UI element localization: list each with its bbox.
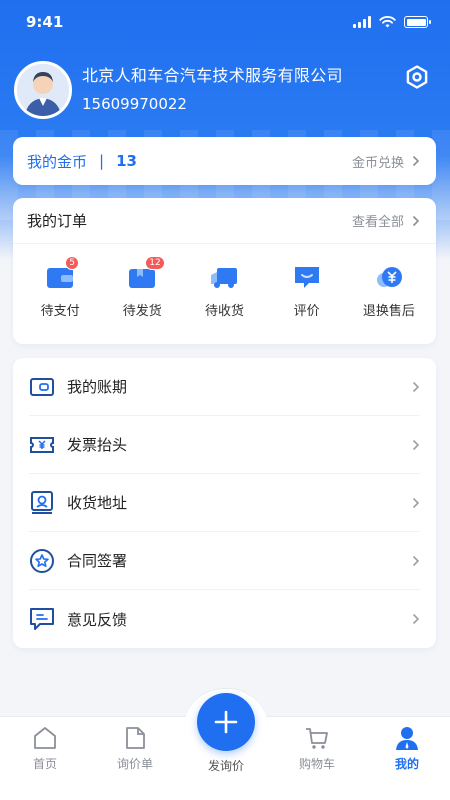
cart-icon <box>306 728 328 749</box>
menu-label: 发票抬头 <box>67 436 128 454</box>
order-status-label: 评价 <box>293 304 320 319</box>
chevron-right-icon <box>412 497 420 508</box>
menu-label: 我的账期 <box>67 378 128 396</box>
new-inquiry-button[interactable] <box>197 693 255 751</box>
menu-item-contract-signing[interactable]: 合同签署 <box>29 532 420 590</box>
document-icon <box>126 727 145 749</box>
home-icon <box>34 727 56 749</box>
coins-separator: | <box>99 152 105 170</box>
menu-item-feedback[interactable]: 意见反馈 <box>29 590 420 648</box>
order-status-label: 退换售后 <box>362 304 415 319</box>
wallet-card-icon <box>30 377 54 396</box>
user-avatar-icon <box>17 64 69 116</box>
invoice-icon <box>30 436 54 453</box>
phone-number: 15609970022 <box>82 95 187 113</box>
menu-label: 合同签署 <box>67 552 128 570</box>
order-icon-wrap <box>292 264 322 290</box>
coins-summary: 我的金币 | 13 <box>27 151 137 172</box>
tab-cart[interactable]: 购物车 <box>282 725 352 772</box>
chevron-right-icon <box>412 613 420 625</box>
tab-inquiries[interactable]: 询价单 <box>100 725 170 772</box>
settings-icon[interactable] <box>404 64 430 90</box>
new-inquiry-label: 发询价 <box>207 759 244 773</box>
chevron-right-icon <box>412 555 420 566</box>
chevron-right-icon <box>412 439 420 450</box>
battery-icon <box>404 16 431 28</box>
coins-exchange-label: 金币兑换 <box>351 155 404 171</box>
order-icon-wrap <box>374 264 404 290</box>
status-time: 9:41 <box>26 13 64 31</box>
order-status-review[interactable]: 评价 <box>269 264 345 319</box>
menu-label: 意见反馈 <box>67 610 128 629</box>
order-status-after-sales[interactable]: 退换售后 <box>351 264 427 319</box>
order-status-list: 5 待支付 12 待发货 待收货 评价 退换售后 <box>13 244 436 319</box>
star-badge-icon <box>30 548 54 573</box>
menu-item-billing-period[interactable]: 我的账期 <box>29 358 420 416</box>
menu-item-shipping-address[interactable]: 收货地址 <box>29 474 420 532</box>
feedback-icon <box>30 608 54 630</box>
pending-payment-badge: 5 <box>65 256 80 270</box>
company-name: 北京人和车合汽车技术服务有限公司 <box>82 66 343 85</box>
avatar[interactable] <box>14 61 72 119</box>
orders-view-all-link[interactable]: 查看全部 <box>352 211 420 230</box>
tab-label: 首页 <box>32 757 57 771</box>
coins-card[interactable]: 我的金币 | 13 金币兑换 <box>13 137 436 185</box>
wifi-icon <box>379 16 396 28</box>
order-status-pending-receipt[interactable]: 待收货 <box>186 264 262 319</box>
address-icon <box>31 490 53 514</box>
plus-icon <box>214 710 238 734</box>
tab-label: 购物车 <box>298 757 335 771</box>
cellular-signal-icon <box>353 16 371 28</box>
settings-menu: 我的账期 发票抬头 收货地址 合同签署 意见反馈 <box>13 358 436 648</box>
orders-header: 我的订单 查看全部 <box>13 198 436 244</box>
tab-me[interactable]: 我的 <box>372 725 442 772</box>
orders-title: 我的订单 <box>27 212 88 230</box>
orders-card: 我的订单 查看全部 5 待支付 12 待发货 待收货 评价 退换售后 <box>13 198 436 344</box>
order-icon-wrap: 12 <box>127 256 165 290</box>
user-profile: 北京人和车合汽车技术服务有限公司 15609970022 <box>14 60 436 120</box>
chevron-right-icon <box>412 215 420 226</box>
user-icon <box>396 727 418 750</box>
tab-label: 询价单 <box>116 757 153 771</box>
tab-home[interactable]: 首页 <box>10 725 80 772</box>
order-status-label: 待发货 <box>122 304 162 319</box>
order-status-pending-payment[interactable]: 5 待支付 <box>22 256 98 319</box>
order-icon-wrap <box>209 264 239 290</box>
menu-label: 收货地址 <box>67 494 128 512</box>
status-bar: 9:41 <box>0 0 450 44</box>
profile-info: 北京人和车合汽车技术服务有限公司 15609970022 <box>82 64 343 116</box>
coins-count: 13 <box>116 152 137 170</box>
coins-exchange-link[interactable]: 金币兑换 <box>352 152 420 171</box>
orders-view-all-label: 查看全部 <box>351 215 404 230</box>
refund-icon <box>376 267 402 287</box>
chevron-right-icon <box>412 155 420 167</box>
pending-shipment-badge: 12 <box>145 256 165 270</box>
order-status-label: 待支付 <box>40 304 80 319</box>
comment-icon <box>294 267 319 288</box>
order-status-label: 待收货 <box>204 304 244 319</box>
chevron-right-icon <box>412 381 420 392</box>
menu-item-invoice-title[interactable]: 发票抬头 <box>29 416 420 474</box>
tab-label: 我的 <box>394 757 419 771</box>
coins-label: 我的金币 <box>27 152 88 171</box>
truck-icon <box>211 268 238 288</box>
order-icon-wrap: 5 <box>45 256 80 290</box>
status-icons <box>353 16 431 28</box>
order-status-pending-shipment[interactable]: 12 待发货 <box>104 256 180 319</box>
